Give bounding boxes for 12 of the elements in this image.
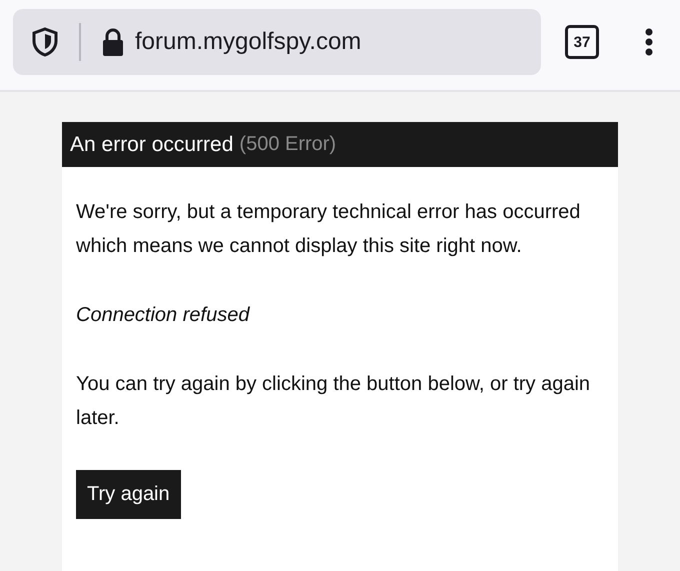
error-message: You can try again by clicking the button below, or try again later. [76, 372, 592, 431]
lock-icon [101, 27, 125, 57]
error-code: (500 Error) [239, 133, 336, 156]
shield-icon[interactable] [32, 27, 58, 57]
try-again-button[interactable]: Try again [76, 470, 181, 519]
address-bar[interactable]: forum.mygolfspy.com [13, 9, 541, 75]
menu-icon[interactable] [645, 28, 653, 56]
error-detail: Connection refused [76, 303, 251, 328]
url-text: forum.mygolfspy.com [135, 28, 362, 56]
tab-count-button[interactable]: 37 [565, 25, 599, 59]
error-message: We're sorry, but a temporary technical error has occurred which means we cannot display this site right now. [76, 200, 582, 259]
error-title: An error occurred [70, 132, 234, 156]
